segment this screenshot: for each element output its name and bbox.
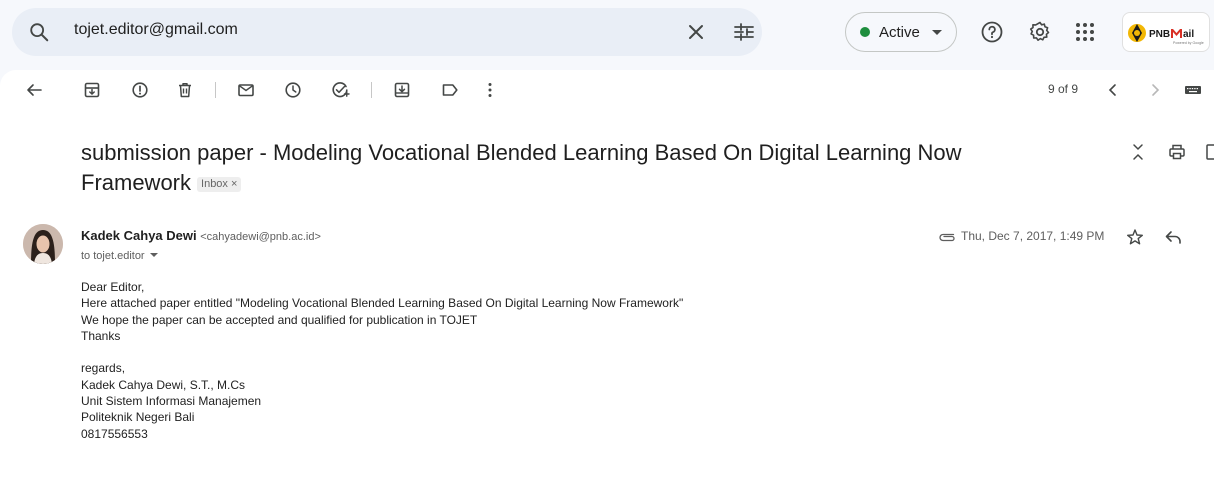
badge-label: Inbox <box>201 178 228 190</box>
open-new-window-icon[interactable] <box>1204 142 1214 162</box>
sender-line: Kadek Cahya Dewi <cahyadewi@pnb.ac.id> <box>81 228 321 243</box>
chevron-down-icon <box>932 30 942 35</box>
tune-icon[interactable] <box>732 20 756 44</box>
sender-email: <cahyadewi@pnb.ac.id> <box>200 231 321 243</box>
attachment-icon <box>939 233 955 242</box>
chevron-left-icon[interactable] <box>1103 80 1123 100</box>
delete-icon[interactable] <box>175 80 195 100</box>
email-subject: submission paper - Modeling Vocational B… <box>81 138 1041 198</box>
body-line: We hope the paper can be accepted and qu… <box>81 312 478 327</box>
body-line: regards, <box>81 361 126 376</box>
reply-icon[interactable] <box>1163 228 1183 246</box>
body-line: Here attached paper entitled "Modeling V… <box>81 296 684 311</box>
body-line: Kadek Cahya Dewi, S.T., M.Cs <box>81 377 246 392</box>
back-arrow-icon[interactable] <box>24 80 44 100</box>
status-label: Active <box>879 24 920 41</box>
recipient-line[interactable]: to tojet.editor <box>81 250 158 262</box>
pagination-count: 9 of 9 <box>1048 82 1079 96</box>
chevron-down-icon[interactable] <box>149 253 158 257</box>
svg-text:PNB: PNB <box>1149 29 1170 40</box>
move-to-icon[interactable] <box>392 80 412 100</box>
recipient-text: to tojet.editor <box>81 250 145 262</box>
body-blank-line <box>81 344 683 360</box>
body-line: Unit Sistem Informasi Manajemen <box>81 394 262 409</box>
more-vert-icon[interactable] <box>480 80 500 100</box>
snooze-clock-icon[interactable] <box>283 80 303 100</box>
print-icon[interactable] <box>1167 142 1187 162</box>
help-icon[interactable] <box>980 20 1004 44</box>
status-dropdown[interactable]: Active <box>845 12 957 52</box>
keyboard-icon[interactable] <box>1183 80 1203 100</box>
body-line: 0817556553 <box>81 426 148 441</box>
sender-photo <box>23 224 63 264</box>
add-task-icon[interactable] <box>330 80 350 100</box>
mark-unread-icon[interactable] <box>236 80 256 100</box>
star-icon[interactable] <box>1126 228 1144 246</box>
svg-text:ail: ail <box>1183 29 1194 40</box>
sender-name[interactable]: Kadek Cahya Dewi <box>81 228 197 243</box>
status-dot <box>860 27 870 37</box>
toolbar-divider <box>371 82 372 98</box>
email-date: Thu, Dec 7, 2017, 1:49 PM <box>961 229 1105 243</box>
body-line: Dear Editor, <box>81 280 145 294</box>
apps-grid-icon[interactable] <box>1073 20 1097 44</box>
toolbar-divider <box>215 82 216 98</box>
pnb-mail-logo: PNB ail Powered by Google <box>1128 24 1204 45</box>
account-brand-button[interactable]: PNB ail Powered by Google <box>1122 12 1210 52</box>
body-line: Politeknik Negeri Bali <box>81 410 195 425</box>
archive-icon[interactable] <box>82 80 102 100</box>
badge-close-icon[interactable]: × <box>231 178 237 190</box>
email-toolbar: 9 of 9 <box>0 70 1214 110</box>
body-line: Thanks <box>81 328 121 343</box>
chevron-right-icon[interactable] <box>1145 80 1165 100</box>
gear-icon[interactable] <box>1028 20 1052 44</box>
email-card: 9 of 9 submission paper - Modeling Vocat… <box>0 70 1214 494</box>
avatar[interactable] <box>23 224 63 264</box>
close-icon[interactable] <box>684 20 708 44</box>
report-spam-icon[interactable] <box>130 80 150 100</box>
search-input[interactable] <box>74 21 634 39</box>
search-icon[interactable] <box>28 21 50 43</box>
collapse-all-icon[interactable] <box>1128 142 1148 162</box>
inbox-label-badge[interactable]: Inbox × <box>197 177 242 192</box>
svg-text:Powered by Google: Powered by Google <box>1173 41 1204 45</box>
email-body: Dear Editor, Here attached paper entitle… <box>81 279 683 442</box>
search-bar <box>12 8 762 56</box>
top-bar: Active PNB ail Powered by Google <box>0 0 1214 64</box>
label-icon[interactable] <box>440 80 460 100</box>
